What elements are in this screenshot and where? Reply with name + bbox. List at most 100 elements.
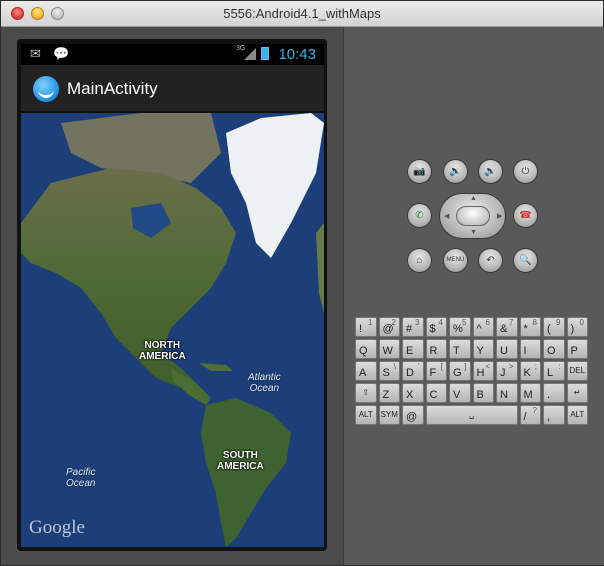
key-label: D <box>406 367 414 379</box>
search-icon[interactable]: 🔍 <box>513 248 538 273</box>
key-i[interactable]: I <box>519 339 541 359</box>
key-sym[interactable]: SYM <box>378 405 400 425</box>
key-row3-6[interactable]: M <box>519 383 541 403</box>
key-row3-2[interactable]: C <box>425 383 447 403</box>
key-t[interactable]: T <box>449 339 471 359</box>
dpad-center-button[interactable] <box>456 206 490 226</box>
call-icon[interactable]: ✆ <box>407 203 432 228</box>
key-alt-label: [ <box>440 362 443 371</box>
key-row3-3[interactable]: V <box>449 383 471 403</box>
dpad[interactable]: ▲ ▼ ◀ ▶ <box>439 193 506 239</box>
key-num-8[interactable]: * 8 <box>519 317 541 337</box>
volume-down-icon[interactable]: 🔉 <box>443 159 468 184</box>
key-num-3[interactable]: #3 <box>402 317 424 337</box>
key-label: @ <box>406 411 418 423</box>
key-label: ( <box>547 323 551 335</box>
key-k[interactable]: K; <box>519 361 541 381</box>
key-s[interactable]: S \ <box>378 361 400 381</box>
key-e[interactable]: E <box>402 339 424 359</box>
key-y[interactable]: Y <box>472 339 494 359</box>
key-f[interactable]: F[ <box>425 361 447 381</box>
key-alt-label: ] <box>464 362 467 371</box>
end-call-icon[interactable]: ☎ <box>513 203 538 228</box>
key-q[interactable]: Q <box>355 339 377 359</box>
key-label: H <box>476 367 485 379</box>
menu-button[interactable]: MENU <box>443 248 468 273</box>
key-num-4[interactable]: $4 <box>425 317 447 337</box>
key-row3-4[interactable]: B <box>472 383 494 403</box>
key-alt-label: 0 <box>579 318 584 327</box>
key-u[interactable]: U <box>496 339 518 359</box>
key-num-1[interactable]: ! 1 <box>355 317 377 337</box>
key-alt-label: ? <box>532 406 537 415</box>
key-label: ALT <box>570 410 585 419</box>
key-d[interactable]: D ' <box>402 361 424 381</box>
key-del[interactable]: DEL <box>566 361 588 381</box>
volume-up-icon[interactable]: 🔊 <box>478 159 503 184</box>
key-num-9[interactable]: (9 <box>543 317 565 337</box>
emulator-window: 5556:Android4.1_withMaps ✉ 💬 3G 10:43 Ma… <box>0 0 604 566</box>
key-r[interactable]: R <box>425 339 447 359</box>
map-view[interactable]: NORTH AMERICA SOUTH AMERICA Atlantic Ocean … <box>21 113 324 547</box>
key-label: Q <box>359 345 368 357</box>
key-g[interactable]: G] <box>449 361 471 381</box>
key-at[interactable]: @ <box>402 405 424 425</box>
key-num-5[interactable]: % 5 <box>449 317 471 337</box>
key-alt-label: 2 <box>391 318 396 327</box>
key-alt-label: > <box>508 362 514 371</box>
key-slash[interactable]: /? <box>519 405 541 425</box>
key-label: P <box>570 345 578 357</box>
key-alt-label: 7 <box>509 318 514 327</box>
google-attribution: Google <box>29 517 85 538</box>
key-num-7[interactable]: & 7 <box>496 317 518 337</box>
key-row3-7[interactable]: . <box>543 383 565 403</box>
key-label: M <box>523 389 533 401</box>
key-row3-1[interactable]: X <box>402 383 424 403</box>
key-label: F <box>429 367 437 379</box>
dpad-up-icon[interactable]: ▲ <box>470 195 477 202</box>
key-label: N <box>500 389 508 401</box>
home-icon[interactable]: ⌂ <box>407 248 432 273</box>
power-icon[interactable]: ⏻ <box>513 159 538 184</box>
key-label: S <box>382 367 390 379</box>
key-row3-0[interactable]: Z <box>378 383 400 403</box>
key-label: G <box>453 367 462 379</box>
window-title: 5556:Android4.1_withMaps <box>223 6 381 21</box>
key-label: ↵ <box>573 388 581 397</box>
key-a[interactable]: A <box>355 361 377 381</box>
key-h[interactable]: H < <box>472 361 494 381</box>
key-alt-right[interactable]: ALT <box>566 405 588 425</box>
key-label: T <box>453 345 460 357</box>
app-title: MainActivity <box>67 79 158 98</box>
key-label: I <box>523 345 527 357</box>
key-p[interactable]: P <box>566 339 588 359</box>
key-enter[interactable]: ↵ <box>566 383 588 403</box>
mail-icon: ✉ <box>30 46 41 61</box>
key-label: Y <box>476 345 484 357</box>
key-alt-label: \ <box>393 362 396 371</box>
key-label: / <box>523 411 527 423</box>
key-comma[interactable]: , <box>543 405 565 425</box>
key-label: ␣ <box>468 410 475 419</box>
key-alt-label: 8 <box>532 318 537 327</box>
key-num-6[interactable]: ^ 6 <box>472 317 494 337</box>
dpad-right-icon[interactable]: ▶ <box>497 212 502 220</box>
key-num-2[interactable]: @2 <box>378 317 400 337</box>
clock: 10:43 <box>278 46 316 63</box>
camera-icon[interactable]: 📷 <box>407 159 432 184</box>
key-shift[interactable]: ⇧ <box>355 383 377 403</box>
key-w[interactable]: W <box>378 339 400 359</box>
dpad-down-icon[interactable]: ▼ <box>470 229 477 236</box>
key-label: ! <box>359 323 363 335</box>
key-num-0[interactable]: ) 0 <box>566 317 588 337</box>
app-icon[interactable] <box>33 76 59 102</box>
key-alt-label: : <box>558 362 561 371</box>
key-alt-left[interactable]: ALT <box>355 405 377 425</box>
key-row3-5[interactable]: N <box>496 383 518 403</box>
key-j[interactable]: J > <box>496 361 518 381</box>
key-space[interactable]: ␣ <box>425 405 518 425</box>
key-l[interactable]: L: <box>543 361 565 381</box>
dpad-left-icon[interactable]: ◀ <box>444 212 449 220</box>
key-o[interactable]: O <box>543 339 565 359</box>
back-icon[interactable]: ↶ <box>478 248 503 273</box>
